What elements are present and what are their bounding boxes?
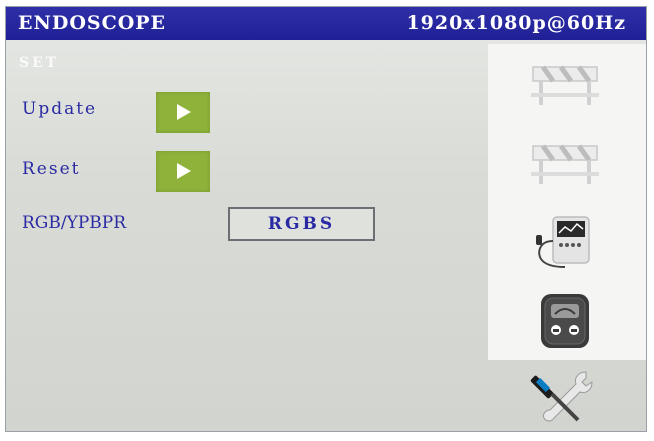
- resolution-readout: 1920x1080p@60Hz: [406, 12, 626, 34]
- screen: ENDOSCOPE 1920x1080p@60Hz SET Update Res…: [0, 0, 654, 441]
- tools-icon: [530, 371, 593, 422]
- control-panel-icon: [541, 294, 589, 348]
- play-icon: [177, 104, 191, 120]
- section-label: SET: [19, 55, 60, 71]
- title-bar: ENDOSCOPE 1920x1080p@60Hz: [6, 7, 646, 40]
- play-icon: [177, 163, 191, 179]
- side-tab-4[interactable]: [488, 281, 646, 360]
- side-tab-1[interactable]: [488, 44, 646, 123]
- rgb-ypbpr-label: RGB/YPBPR: [22, 213, 126, 233]
- side-tab-5-active[interactable]: [488, 360, 646, 431]
- menu-frame: ENDOSCOPE 1920x1080p@60Hz SET Update Res…: [5, 6, 647, 432]
- side-tab-panel: [488, 44, 646, 360]
- side-tab-3[interactable]: [488, 202, 646, 281]
- rgb-ypbpr-select[interactable]: RGBS: [228, 207, 375, 241]
- reset-button[interactable]: [156, 151, 210, 192]
- reset-label: Reset: [22, 159, 81, 179]
- side-tab-2[interactable]: [488, 123, 646, 202]
- monitor-device-icon: [536, 216, 590, 268]
- barrier-icon: [531, 144, 599, 184]
- update-label: Update: [22, 99, 98, 119]
- barrier-icon: [531, 65, 599, 105]
- app-title: ENDOSCOPE: [18, 12, 167, 34]
- update-button[interactable]: [156, 92, 210, 133]
